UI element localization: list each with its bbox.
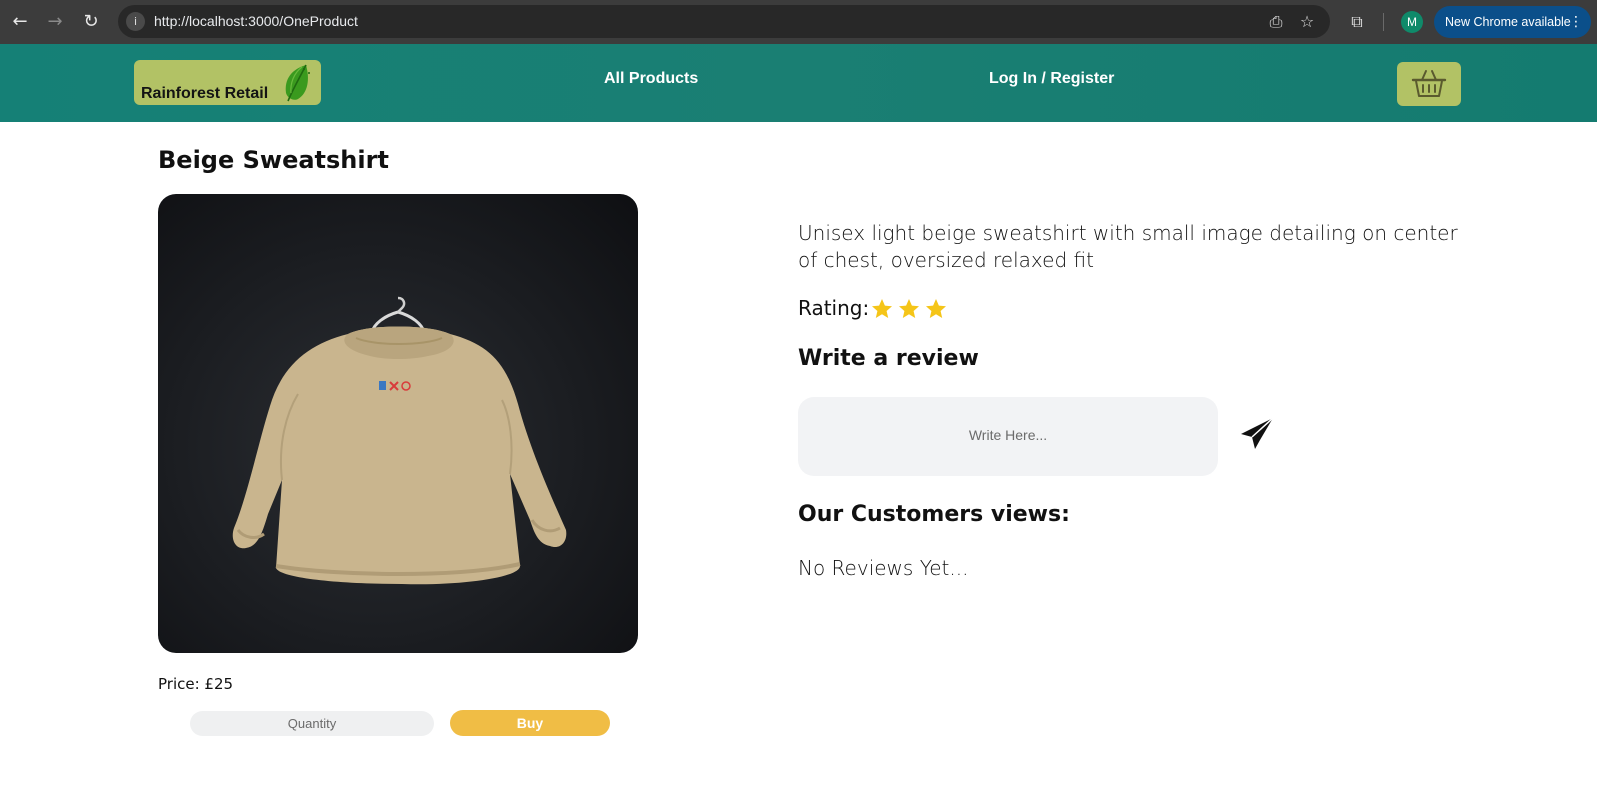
site-info-icon[interactable]: i — [126, 12, 145, 31]
chrome-update-label: New Chrome available — [1445, 15, 1571, 29]
back-arrow-icon[interactable]: ← — [7, 9, 33, 35]
leaf-icon — [285, 64, 310, 102]
site-logo[interactable]: Rainforest Retail — [134, 60, 321, 105]
site-header: Rainforest Retail All Products Log In / … — [0, 44, 1597, 122]
nav-all-products[interactable]: All Products — [604, 70, 698, 88]
menu-dots-icon[interactable]: ⋮ — [1569, 6, 1583, 38]
product-price: Price: £25 — [158, 675, 234, 693]
address-bar[interactable]: i http://localhost:3000/OneProduct ⎙ ☆ — [118, 5, 1330, 38]
basket-icon — [1411, 70, 1447, 97]
customer-views-heading: Our Customers views: — [798, 502, 1070, 527]
no-reviews-text: No Reviews Yet... — [798, 556, 969, 580]
cart-button[interactable] — [1397, 62, 1461, 106]
sweatshirt-illustration — [232, 296, 567, 585]
write-review-heading: Write a review — [798, 346, 979, 371]
forward-arrow-icon[interactable]: → — [42, 9, 68, 35]
buy-button[interactable]: Buy — [450, 710, 610, 736]
extensions-icon[interactable]: ⧉ — [1345, 10, 1369, 34]
product-title: Beige Sweatshirt — [158, 146, 389, 174]
review-input[interactable] — [798, 397, 1218, 476]
url-text[interactable]: http://localhost:3000/OneProduct — [154, 13, 358, 29]
profile-avatar[interactable]: M — [1401, 11, 1423, 33]
reload-icon[interactable]: ↻ — [78, 9, 104, 35]
product-image — [158, 194, 638, 653]
star-icon — [926, 299, 946, 318]
logo-text: Rainforest Retail — [141, 85, 269, 102]
browser-toolbar: ← → ↻ i http://localhost:3000/OneProduct… — [0, 0, 1597, 44]
toolbar-divider — [1383, 13, 1384, 31]
bookmark-star-icon[interactable]: ☆ — [1295, 10, 1319, 34]
product-description: Unisex light beige sweatshirt with small… — [798, 221, 1458, 272]
send-review-button[interactable] — [1238, 414, 1278, 454]
install-app-icon[interactable]: ⎙ — [1264, 10, 1288, 34]
star-icon — [872, 299, 892, 318]
rating-label: Rating: — [798, 296, 870, 320]
nav-login-register[interactable]: Log In / Register — [989, 70, 1114, 88]
quantity-input[interactable] — [190, 711, 434, 736]
chrome-update-button[interactable]: New Chrome available ⋮ — [1434, 6, 1591, 38]
star-icon — [899, 299, 919, 318]
